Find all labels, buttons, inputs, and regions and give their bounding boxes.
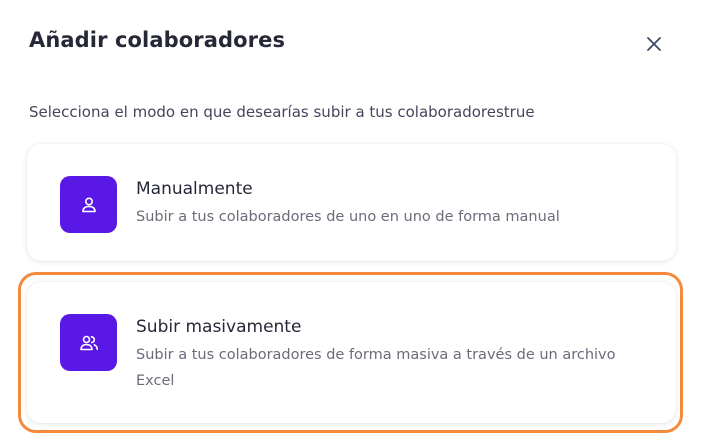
option-manual-icon-box [60,176,117,233]
option-bulk-description: Subir a tus colaboradores de forma masiv… [136,347,616,389]
option-manual-description: Subir a tus colaboradores de uno en uno … [136,209,560,225]
dialog-subtitle: Selecciona el modo en que desearías subi… [29,103,535,121]
user-icon [81,196,96,212]
users-icon [79,335,98,350]
dialog-title: Añadir colaboradores [29,28,286,52]
option-bulk-card[interactable]: Subir masivamente Subir a tus colaborado… [27,282,676,423]
close-icon [647,37,661,51]
add-collaborators-dialog: Añadir colaboradores Selecciona el modo … [0,0,701,445]
option-bulk-title: Subir masivamente [136,317,302,337]
option-manual-card[interactable]: Manualmente Subir a tus colaboradores de… [27,144,676,261]
close-button[interactable] [641,31,667,57]
option-manual-title: Manualmente [136,179,253,199]
option-bulk-icon-box [60,314,117,371]
